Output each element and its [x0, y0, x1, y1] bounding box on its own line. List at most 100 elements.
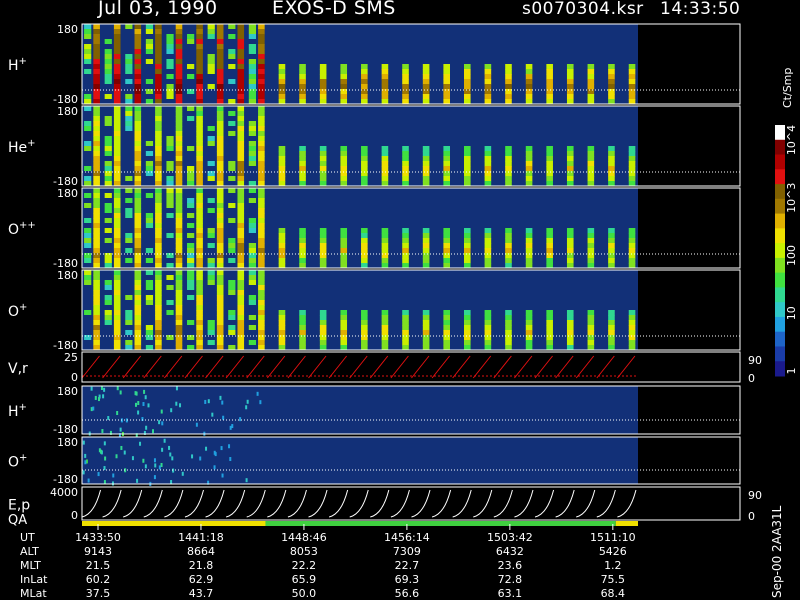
heatmap-cell — [175, 305, 183, 311]
heatmap-cell — [92, 406, 95, 411]
heatmap-cell — [505, 84, 512, 90]
heatmap-cell — [299, 238, 306, 244]
heatmap-cell — [104, 64, 112, 69]
heatmap-cell — [113, 320, 121, 326]
colorbar-swatch — [775, 243, 785, 259]
heatmap-cell — [505, 325, 512, 331]
heatmap-cell — [228, 218, 236, 223]
heatmap-cell — [463, 151, 471, 157]
heatmap-cell — [175, 243, 183, 249]
heatmap-cell — [216, 325, 224, 331]
heatmap-cell — [228, 24, 236, 29]
heatmap-cell — [319, 79, 327, 85]
heatmap-cell — [166, 181, 174, 186]
heatmap-cell — [228, 161, 236, 166]
heatmap-cell — [443, 325, 450, 331]
ephemeris-value: 22.2 — [292, 559, 317, 572]
heatmap-cell — [93, 340, 100, 346]
heatmap-cell — [443, 248, 450, 254]
heatmap-cell — [119, 390, 122, 395]
heatmap-cell — [608, 243, 615, 249]
heatmap-cell — [207, 325, 215, 330]
heatmap-cell — [166, 39, 174, 44]
heatmap-cell — [207, 258, 215, 263]
heatmap-cell — [196, 198, 203, 204]
heatmap-cell — [505, 238, 512, 244]
heatmap-cell — [361, 320, 368, 326]
heatmap-cell — [443, 335, 450, 341]
heatmap-cell — [237, 315, 245, 321]
heatmap-cell — [443, 161, 450, 167]
heatmap-cell — [93, 151, 100, 157]
heatmap-cell — [299, 166, 306, 172]
heatmap-cell — [608, 79, 615, 85]
heatmap-cell — [299, 79, 306, 85]
ephemeris-value: 5426 — [599, 545, 627, 558]
heatmap-cell — [84, 69, 92, 74]
heatmap-cell — [258, 330, 265, 336]
heatmap-cell — [422, 156, 430, 162]
heatmap-cell — [216, 228, 224, 234]
heatmap-cell — [566, 325, 574, 331]
heatmap-cell — [216, 290, 224, 296]
heatmap-cell — [113, 59, 121, 65]
heatmap-cell — [258, 151, 265, 157]
heatmap-cell — [155, 54, 162, 60]
heatmap-cell — [136, 478, 139, 483]
heatmap-cell — [319, 146, 327, 152]
heatmap-cell — [237, 121, 245, 127]
heatmap-cell — [628, 228, 636, 234]
heatmap-cell — [319, 330, 327, 336]
heatmap-cell — [84, 49, 92, 54]
heatmap-cell — [381, 258, 389, 264]
heatmap-cell — [94, 395, 97, 400]
heatmap-cell — [113, 188, 121, 194]
heatmap-cell — [340, 69, 348, 75]
panel-label: O++ — [8, 220, 36, 238]
heatmap-cell — [587, 253, 595, 259]
heatmap-cell — [113, 330, 121, 336]
heatmap-cell — [93, 44, 100, 50]
heatmap-cell — [340, 176, 348, 182]
heatmap-cell — [166, 59, 174, 64]
heatmap-cell — [113, 315, 121, 321]
heatmap-cell — [175, 280, 183, 286]
heatmap-cell — [628, 238, 636, 244]
heatmap-cell — [216, 166, 224, 172]
heatmap-cell — [196, 258, 203, 264]
heatmap-cell — [196, 330, 203, 336]
heatmap-cell — [340, 84, 348, 90]
heatmap-cell — [125, 208, 133, 213]
heatmap-cell — [258, 300, 265, 306]
panel-1: He+180-180 — [8, 105, 741, 188]
heatmap-cell — [248, 79, 257, 84]
heatmap-cell — [175, 94, 183, 100]
heatmap-cell — [125, 24, 133, 29]
heatmap-cell — [278, 74, 286, 80]
heatmap-cell — [299, 156, 306, 162]
heatmap-cell — [113, 34, 121, 40]
heatmap-cell — [237, 325, 245, 331]
heatmap-cell — [258, 213, 265, 219]
heatmap-cell — [628, 325, 636, 331]
heatmap-cell — [422, 89, 430, 95]
heatmap-cell — [258, 131, 265, 137]
heatmap-cell — [103, 441, 106, 446]
heatmap-cell — [278, 69, 286, 75]
heatmap-cell — [228, 248, 236, 253]
heatmap-cell — [175, 310, 183, 316]
heatmap-cell — [422, 171, 430, 177]
heatmap-cell — [125, 198, 133, 203]
heatmap-cell — [134, 198, 142, 204]
heatmap-cell — [113, 151, 121, 157]
heatmap-cell — [463, 340, 471, 346]
heatmap-cell — [463, 156, 471, 162]
heatmap-cell — [113, 300, 121, 306]
heatmap-cell — [525, 69, 533, 75]
heatmap-cell — [258, 59, 265, 65]
heatmap-cell — [319, 238, 327, 244]
heatmap-cell — [463, 161, 471, 167]
heatmap-cell — [196, 300, 203, 306]
heatmap-cell — [228, 121, 236, 126]
heatmap-cell — [134, 54, 142, 60]
